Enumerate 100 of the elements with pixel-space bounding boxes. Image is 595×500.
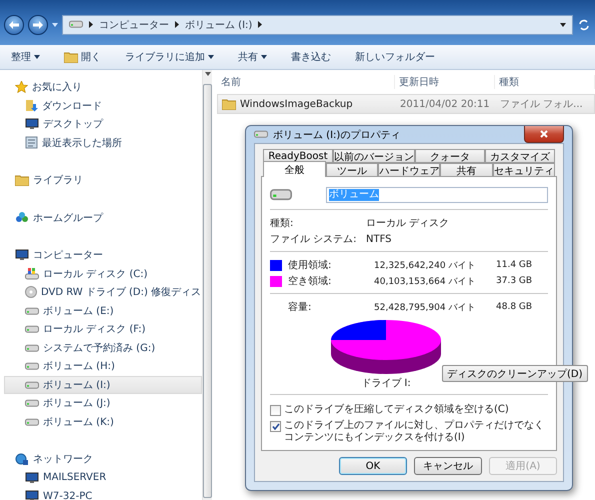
globe-network-icon — [15, 452, 29, 466]
byte-count: 12,325,642,240 バイト — [374, 260, 476, 272]
column-header[interactable]: 種類 — [495, 75, 595, 89]
toolbar-button[interactable]: 整理 — [8, 48, 43, 66]
tab[interactable]: ハードウェア — [378, 163, 440, 177]
star-icon — [15, 81, 28, 94]
size-value: 11.4 GB — [496, 260, 534, 270]
dialog-button[interactable]: OK — [339, 457, 407, 475]
caret-icon — [261, 55, 267, 59]
forward-button[interactable] — [28, 14, 48, 34]
nav-item-label: ボリューム (E:) — [43, 304, 114, 318]
windows-drive-icon — [25, 268, 39, 280]
nav-item[interactable]: ローカル ディスク (F:) — [4, 320, 202, 338]
monitor-icon — [25, 472, 39, 484]
nav-item-label: ボリューム (I:) — [43, 378, 110, 392]
tab[interactable]: クォータ — [415, 149, 485, 163]
nav-item-label: MAILSERVER — [43, 472, 106, 484]
back-button[interactable] — [4, 14, 24, 34]
breadcrumb-arrow-icon — [89, 21, 93, 28]
monitor-icon — [25, 490, 39, 500]
caret-icon — [208, 55, 214, 59]
nav-item[interactable]: MAILSERVER — [4, 468, 202, 487]
nav-item[interactable]: ボリューム (I:) — [4, 376, 202, 394]
drive-icon — [270, 188, 292, 202]
tab[interactable]: 以前のバージョン — [333, 149, 415, 163]
usage-label: 空き領域: — [288, 274, 332, 288]
tab[interactable]: カスタマイズ — [485, 149, 555, 163]
address-bar[interactable]: コンピューター ボリューム (I:) — [62, 14, 573, 34]
checkbox[interactable] — [270, 405, 281, 416]
breadcrumb[interactable]: ボリューム (I:) — [185, 18, 252, 32]
column-header[interactable]: 更新日時 — [395, 75, 495, 89]
byte-count: 40,103,153,664 バイト — [374, 276, 476, 288]
tab[interactable]: 全般 — [263, 161, 326, 177]
nav-group-label: コンピューター — [33, 249, 103, 262]
nav-item[interactable]: ボリューム (J:) — [4, 394, 202, 412]
caret-icon — [52, 22, 58, 26]
toolbar-button[interactable]: 書き込む — [288, 48, 334, 66]
nav-group[interactable]: ホームグループ — [4, 208, 202, 227]
close-button[interactable] — [524, 126, 564, 143]
file-row[interactable]: WindowsImageBackup 2011/04/02 20:11 ファイル フォル... — [217, 94, 595, 114]
nav-item[interactable]: ダウンロード — [4, 96, 202, 115]
nav-item-label: W7-32-PC — [43, 490, 92, 500]
tab[interactable]: セキュリティ — [493, 163, 555, 177]
nav-item[interactable]: W7-32-PC — [4, 487, 202, 500]
tab[interactable]: 共有 — [440, 163, 493, 177]
nav-item-label: ボリューム (H:) — [43, 360, 115, 374]
column-header[interactable]: 名前 — [217, 75, 395, 89]
nav-item-label: ボリューム (J:) — [43, 397, 110, 410]
nav-item[interactable]: ボリューム (K:) — [4, 412, 202, 431]
toolbar-button[interactable]: ライブラリに追加 — [122, 48, 217, 66]
checkbox[interactable] — [270, 421, 281, 432]
nav-item[interactable]: DVD RW ドライブ (D:) 修復ディス — [4, 283, 202, 302]
disk-cleanup-button[interactable]: ディスクのクリーンアップ(D) — [442, 365, 588, 382]
nav-item[interactable]: ローカル ディスク (C:) — [4, 264, 202, 283]
nav-group-label: ネットワーク — [33, 453, 93, 466]
nav-item-label: ローカル ディスク (F:) — [43, 323, 146, 336]
nav-item[interactable]: システムで予約済み (G:) — [4, 338, 202, 357]
breadcrumb-arrow-icon — [258, 21, 262, 28]
drive-icon — [25, 306, 39, 315]
drive-icon — [25, 325, 39, 334]
byte-count: 52,428,795,904 バイト — [374, 302, 476, 314]
caret-icon — [34, 55, 40, 59]
file-cell: WindowsImageBackup — [240, 98, 353, 110]
drive-icon — [69, 20, 83, 29]
nav-item[interactable]: デスクトップ — [4, 115, 202, 134]
dialog-button[interactable]: キャンセル — [414, 457, 482, 475]
toolbar-button[interactable]: 新しいフォルダー — [352, 48, 438, 66]
nav-group[interactable]: ライブラリ — [4, 171, 202, 190]
file-cell: 2011/04/02 20:11 — [400, 98, 490, 110]
nav-item[interactable]: ボリューム (E:) — [4, 302, 202, 320]
info-value: ローカル ディスク — [366, 217, 450, 230]
toolbar-button[interactable]: 開く — [61, 48, 104, 66]
recent-places-icon — [25, 136, 38, 150]
open-folder-icon — [64, 51, 78, 63]
monitor-icon — [15, 249, 29, 262]
nav-group[interactable]: お気に入り — [4, 78, 202, 96]
forward-arrow-icon — [33, 20, 43, 28]
nav-group-label: ライブラリ — [33, 174, 83, 188]
toolbar-button[interactable]: 共有 — [235, 48, 270, 66]
nav-item[interactable]: 最近表示した場所 — [4, 134, 202, 152]
drive-icon — [25, 380, 39, 389]
nav-group[interactable]: コンピューター — [4, 246, 202, 264]
size-value: 37.3 GB — [496, 276, 534, 286]
nav-item-label: デスクトップ — [43, 118, 103, 132]
refresh-icon[interactable] — [577, 18, 591, 32]
breadcrumb[interactable]: コンピューター — [99, 18, 169, 32]
drive-label: ドライブ I: — [361, 376, 411, 390]
nav-group[interactable]: ネットワーク — [4, 450, 202, 468]
nav-item-label: DVD RW ドライブ (D:) 修復ディス — [41, 286, 202, 300]
checkmark-icon — [272, 423, 280, 430]
nav-item-label: ダウンロード — [42, 100, 102, 113]
tab[interactable]: ツール — [326, 163, 378, 177]
drive-icon — [25, 362, 39, 370]
caret-icon — [560, 22, 566, 26]
dialog-title: ボリューム (I:)のプロパティ — [273, 128, 402, 142]
usage-label: 使用領域: — [288, 258, 332, 272]
breadcrumb-arrow-icon — [175, 21, 179, 28]
nav-item[interactable]: ボリューム (H:) — [4, 357, 202, 376]
nav-group-label: ホームグループ — [33, 212, 103, 225]
back-arrow-icon — [9, 20, 19, 28]
